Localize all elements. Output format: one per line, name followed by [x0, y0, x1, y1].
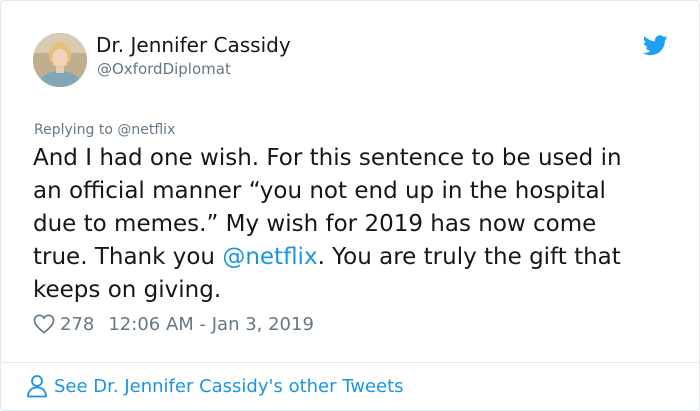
tweet-line: keeps on giving.: [33, 277, 222, 303]
tweet-line: due to memes.” My wish for 2019 has now …: [33, 211, 597, 237]
tweet-text-segment: . You are truly the gift that: [317, 244, 621, 270]
tweet-text-segment: true. Thank you: [33, 244, 223, 270]
tweet-line: true. Thank you @netflix. You are truly …: [33, 241, 673, 274]
tweet-text: And I had one wish. For this sentence to…: [33, 142, 673, 307]
replying-prefix: Replying to: [34, 122, 118, 138]
see-other-tweets-label[interactable]: See Dr. Jennifer Cassidy's other Tweets: [54, 376, 404, 397]
tweet-line: And I had one wish. For this sentence to…: [33, 145, 622, 171]
author-display-name[interactable]: Dr. Jennifer Cassidy: [96, 33, 291, 57]
netflix-mention-link[interactable]: @netflix: [222, 244, 317, 270]
tweet-timestamp[interactable]: 12:06 AM - Jan 3, 2019: [108, 314, 314, 335]
avatar[interactable]: [33, 33, 87, 87]
replying-to-line: Replying to @netflix: [34, 122, 175, 138]
see-other-tweets-link[interactable]: See Dr. Jennifer Cassidy's other Tweets: [26, 374, 404, 398]
divider: [2, 362, 699, 363]
avatar-photo: [33, 33, 87, 87]
embedded-tweet-card: Dr. Jennifer Cassidy @OxfordDiplomat Rep…: [0, 0, 700, 411]
heart-icon[interactable]: [33, 314, 55, 334]
tweet-line: an official manner “you not end up in th…: [33, 178, 606, 204]
twitter-bird-icon[interactable]: [643, 35, 668, 56]
tweet-meta: 278 12:06 AM - Jan 3, 2019: [33, 312, 314, 336]
person-icon: [27, 375, 47, 398]
like-count[interactable]: 278: [60, 314, 94, 335]
replying-to-link[interactable]: @netflix: [117, 122, 175, 138]
author-handle[interactable]: @OxfordDiplomat: [97, 60, 231, 78]
